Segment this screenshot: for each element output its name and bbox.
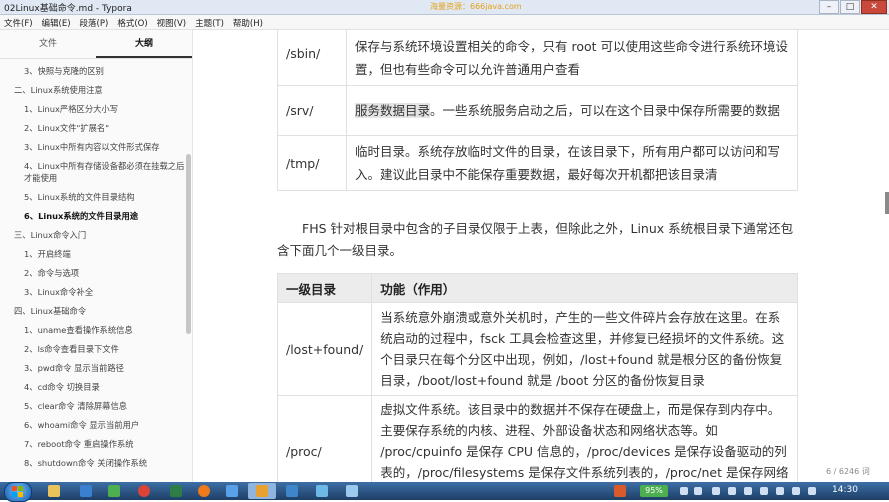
table-cell-dir: /sbin/ <box>277 30 347 86</box>
tray-icon[interactable] <box>728 487 736 495</box>
app-icon[interactable] <box>316 485 328 497</box>
tray-icon[interactable] <box>712 487 720 495</box>
outline-item[interactable]: 2、ls命令查看目录下文件 <box>0 340 192 359</box>
sidebar-scrollbar[interactable] <box>186 154 191 334</box>
table-cell-desc: 虚拟文件系统。该目录中的数据并不保存在硬盘上，而是保存到内存中。主要保存系统的内… <box>371 395 798 482</box>
table-cell-desc-text: 。一些系统服务启动之后，可以在这个目录中保存所需要的数据 <box>430 103 781 118</box>
table-cell-desc: 临时目录。系统存放临时文件的目录，在该目录下，所有用户都可以访问和写入。建议此目… <box>346 135 798 191</box>
table-row: /proc/ 虚拟文件系统。该目录中的数据并不保存在硬盘上，而是保存到内存中。主… <box>276 395 798 482</box>
outline-item[interactable]: 1、uname查看操作系统信息 <box>0 321 192 340</box>
outline-item[interactable]: 7、reboot命令 重启操作系统 <box>0 435 192 454</box>
tray-icon[interactable] <box>744 487 752 495</box>
battery-indicator[interactable]: 95% <box>640 485 668 497</box>
minimize-button[interactable]: – <box>819 0 839 14</box>
table-header: 一级目录 <box>276 273 373 303</box>
explorer-icon[interactable] <box>48 485 60 497</box>
outline-item[interactable]: 3、快照与克隆的区别 <box>0 62 192 81</box>
outline-item[interactable]: 4、Linux中所有存储设备都必须在挂载之后才能使用 <box>0 157 192 188</box>
tray-icon[interactable] <box>760 487 768 495</box>
directory-table-1: /sbin/ 保存与系统环境设置相关的命令，只有 root 可以使用这些命令进行… <box>277 30 798 191</box>
outline-item[interactable]: 3、pwd命令 显示当前路径 <box>0 359 192 378</box>
selected-text: 服务数据目录 <box>355 103 431 118</box>
tray-icon[interactable] <box>694 487 702 495</box>
maximize-button[interactable]: □ <box>840 0 860 14</box>
table-header-row: 一级目录 功能（作用） <box>276 273 798 303</box>
table-row: /tmp/ 临时目录。系统存放临时文件的目录，在该目录下，所有用户都可以访问和写… <box>277 135 798 191</box>
table-cell-dir: /tmp/ <box>277 135 347 191</box>
window-title: 02Linux基础命令.md - Typora <box>4 4 132 14</box>
app-icon[interactable] <box>346 485 358 497</box>
menu-theme[interactable]: 主题(T) <box>191 15 229 29</box>
app-icon[interactable] <box>80 485 92 497</box>
app-icon[interactable] <box>286 485 298 497</box>
editor-content[interactable]: /sbin/ 保存与系统环境设置相关的命令，只有 root 可以使用这些命令进行… <box>193 30 889 482</box>
table-row: /lost+found/ 当系统意外崩溃或意外关机时，产生的一些文件碎片会存放在… <box>276 302 798 396</box>
outline-item[interactable]: 三、Linux命令入门 <box>0 226 192 245</box>
start-button[interactable] <box>4 482 32 502</box>
watermark: 海量资源：666java.com <box>430 2 522 11</box>
tray-icon[interactable] <box>680 487 688 495</box>
app-icon[interactable] <box>170 485 182 497</box>
table-cell-dir: /lost+found/ <box>276 302 373 396</box>
outline-item[interactable]: 1、开启终端 <box>0 245 192 264</box>
clock[interactable]: 14:30 <box>832 485 858 495</box>
app-icon[interactable] <box>226 485 238 497</box>
menubar: 文件(F) 编辑(E) 段落(P) 格式(O) 视图(V) 主题(T) 帮助(H… <box>0 15 889 30</box>
outline-item[interactable]: 四、Linux基础命令 <box>0 302 192 321</box>
table-header: 功能（作用） <box>371 273 798 303</box>
app-icon[interactable] <box>108 485 120 497</box>
tray-app-icon[interactable] <box>614 485 626 497</box>
table-row: /sbin/ 保存与系统环境设置相关的命令，只有 root 可以使用这些命令进行… <box>277 30 798 86</box>
outline-item[interactable]: 二、Linux系统使用注意 <box>0 81 192 100</box>
menu-paragraph[interactable]: 段落(P) <box>76 15 114 29</box>
menu-edit[interactable]: 编辑(E) <box>38 15 76 29</box>
table-cell-desc: 服务数据目录。一些系统服务启动之后，可以在这个目录中保存所需要的数据 <box>346 85 798 136</box>
taskbar: 95% 14:30 <box>0 482 889 502</box>
outline-item[interactable]: 2、命令与选项 <box>0 264 192 283</box>
table-cell-dir: /proc/ <box>276 395 373 482</box>
network-icon[interactable] <box>808 487 816 495</box>
table-cell-desc: 保存与系统环境设置相关的命令，只有 root 可以使用这些命令进行系统环境设置，… <box>346 30 798 86</box>
word-count[interactable]: 6 / 6246 词 <box>826 466 870 477</box>
menu-file[interactable]: 文件(F) <box>0 15 38 29</box>
outline-item[interactable]: 5、Linux系统的文件目录结构 <box>0 188 192 207</box>
outline-item[interactable]: 4、cd命令 切换目录 <box>0 378 192 397</box>
outline-item[interactable]: 6、whoami命令 显示当前用户 <box>0 416 192 435</box>
table-cell-desc: 当系统意外崩溃或意外关机时，产生的一些文件碎片会存放在这里。在系统启动的过程中，… <box>371 302 798 396</box>
outline-item[interactable]: 5、clear命令 清除屏幕信息 <box>0 397 192 416</box>
windows-logo-icon <box>12 486 23 497</box>
tab-outline[interactable]: 大纲 <box>96 30 192 58</box>
sidebar-tabs: 文件 大纲 <box>0 30 192 59</box>
outline-item[interactable]: 2、Linux文件"扩展名" <box>0 119 192 138</box>
outline-item[interactable]: 8、shutdown命令 关闭操作系统 <box>0 454 192 473</box>
volume-icon[interactable] <box>792 487 800 495</box>
menu-format[interactable]: 格式(O) <box>113 15 152 29</box>
outline-item[interactable]: 3、Linux命令补全 <box>0 283 192 302</box>
firefox-icon[interactable] <box>198 485 210 497</box>
window-titlebar: 02Linux基础命令.md - Typora 海量资源：666java.com… <box>0 0 889 15</box>
chrome-icon[interactable] <box>138 485 150 497</box>
menu-help[interactable]: 帮助(H) <box>229 15 268 29</box>
outline-item[interactable]: 3、Linux中所有内容以文件形式保存 <box>0 138 192 157</box>
window-controls: – □ ✕ <box>818 0 887 14</box>
menu-view[interactable]: 视图(V) <box>153 15 191 29</box>
outline-item[interactable]: 1、Linux严格区分大小写 <box>0 100 192 119</box>
editor-scrollbar[interactable] <box>885 192 889 214</box>
directory-table-2: 一级目录 功能（作用） /lost+found/ 当系统意外崩溃或意外关机时，产… <box>276 273 798 482</box>
close-button[interactable]: ✕ <box>861 0 887 14</box>
typora-icon[interactable] <box>256 485 268 497</box>
outline-item-active[interactable]: 6、Linux系统的文件目录用途 <box>0 207 192 226</box>
table-row: /srv/ 服务数据目录。一些系统服务启动之后，可以在这个目录中保存所需要的数据 <box>277 85 798 136</box>
sidebar: 文件 大纲 3、快照与克隆的区别 二、Linux系统使用注意 1、Linux严格… <box>0 30 193 482</box>
outline-list: 3、快照与克隆的区别 二、Linux系统使用注意 1、Linux严格区分大小写 … <box>0 59 192 473</box>
paragraph: FHS 针对根目录中包含的子目录仅限于上表，但除此之外，Linux 系统根目录下… <box>277 221 794 258</box>
table-cell-dir: /srv/ <box>277 85 347 136</box>
tray-icon[interactable] <box>776 487 784 495</box>
tab-files[interactable]: 文件 <box>0 30 96 58</box>
